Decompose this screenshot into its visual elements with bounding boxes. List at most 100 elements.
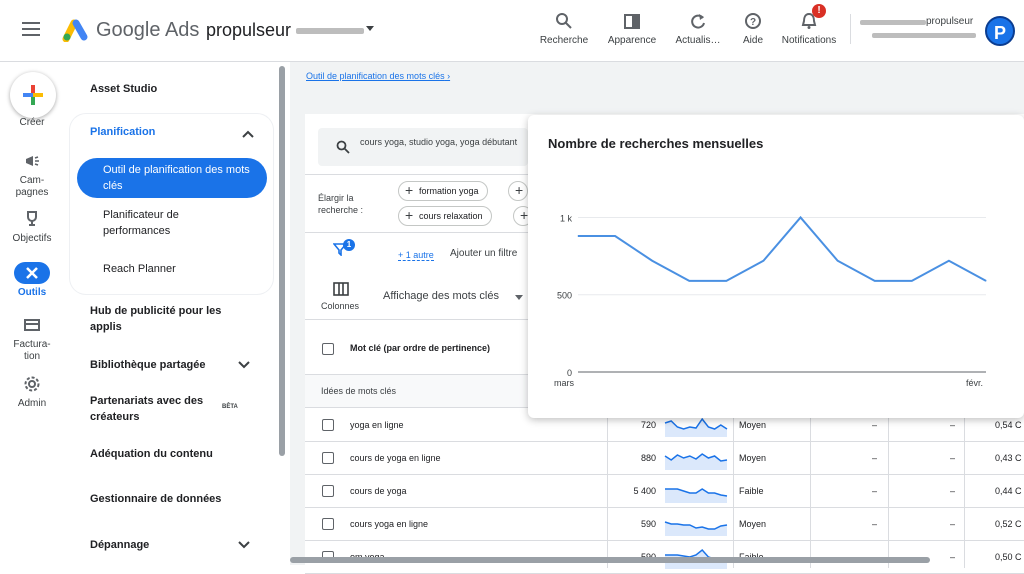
nav-planification[interactable]: Planification bbox=[90, 126, 155, 138]
rail-item-campaigns[interactable]: Cam- pagnes bbox=[0, 150, 64, 199]
tools-icon bbox=[26, 267, 38, 279]
chevron-down-icon[interactable] bbox=[238, 361, 250, 369]
redacted-email bbox=[872, 33, 976, 38]
cell-kw[interactable]: cours de yoga bbox=[350, 486, 407, 496]
monthly-searches-chart: 0 500 1 k mars févr. bbox=[554, 213, 987, 388]
search-icon bbox=[556, 13, 572, 29]
redacted-account-id bbox=[296, 28, 364, 34]
appearance-tool[interactable]: Apparence bbox=[597, 10, 667, 46]
search-keywords: cours yoga, studio yoga, yoga débutant bbox=[360, 137, 518, 147]
cell-d2: – bbox=[950, 519, 956, 529]
row-checkbox[interactable] bbox=[322, 419, 334, 431]
account-name[interactable]: propulseur bbox=[206, 20, 291, 41]
data-point bbox=[614, 235, 616, 237]
y-tick-label: 0 bbox=[567, 368, 572, 378]
card-icon bbox=[24, 319, 40, 331]
row-checkbox[interactable] bbox=[322, 452, 334, 464]
nav-content-suitability[interactable]: Adéquation du contenu bbox=[90, 446, 213, 462]
row-checkbox[interactable] bbox=[322, 518, 334, 530]
refresh-icon bbox=[691, 14, 705, 29]
series-line bbox=[578, 215, 987, 282]
sparkline-area bbox=[665, 454, 727, 470]
nav-scrollbar[interactable] bbox=[279, 66, 285, 456]
nav-creator-partnerships[interactable]: Partenariats avec des créateurs bbox=[90, 393, 215, 425]
data-point bbox=[874, 280, 876, 282]
avatar[interactable]: P bbox=[985, 16, 1015, 46]
cell-bid: 0,54 C bbox=[995, 420, 1022, 430]
search-icon bbox=[336, 140, 350, 154]
appearance-icon bbox=[624, 14, 640, 29]
create-button[interactable] bbox=[10, 72, 56, 118]
cell-bid: 0,50 C bbox=[995, 552, 1022, 562]
menu-icon[interactable] bbox=[22, 22, 40, 36]
more-filters-link[interactable]: + 1 autre bbox=[398, 250, 434, 261]
cell-kw[interactable]: yoga en ligne bbox=[350, 420, 404, 430]
breadcrumb[interactable]: Outil de planification des mots clés › bbox=[306, 71, 450, 81]
notifications-tool[interactable]: ! Notifications bbox=[774, 4, 844, 46]
trend-sparkline[interactable] bbox=[663, 512, 729, 536]
keyword-ideas-label: Idées de mots clés bbox=[321, 386, 397, 396]
nav-keyword-planner[interactable]: Outil de planification des mots clés bbox=[77, 158, 267, 198]
data-point bbox=[837, 260, 839, 262]
chevron-down-icon[interactable] bbox=[366, 26, 374, 31]
search-tool[interactable]: Recherche bbox=[529, 10, 599, 46]
data-point bbox=[948, 260, 950, 262]
column-divider bbox=[964, 408, 965, 568]
cell-kw[interactable]: cours yoga en ligne bbox=[350, 519, 428, 529]
cell-d2: – bbox=[950, 486, 956, 496]
chevron-down-icon[interactable] bbox=[515, 295, 523, 300]
tools-nav: Asset Studio Planification Outil de plan… bbox=[70, 62, 280, 565]
column-divider bbox=[733, 408, 734, 568]
cell-kw[interactable]: cours de yoga en ligne bbox=[350, 453, 441, 463]
row-checkbox[interactable] bbox=[322, 485, 334, 497]
rail-label-tools: Outils bbox=[17, 287, 47, 298]
trend-sparkline[interactable] bbox=[663, 479, 729, 503]
divider bbox=[850, 14, 851, 44]
rail-label-goals: Objectifs bbox=[12, 233, 52, 244]
horizontal-scrollbar[interactable] bbox=[290, 557, 930, 563]
cell-comp: Moyen bbox=[739, 453, 767, 463]
select-all-checkbox[interactable] bbox=[322, 343, 334, 355]
sparkline-area bbox=[665, 489, 727, 503]
broaden-chip[interactable]: formation yoga bbox=[398, 181, 488, 201]
keyword-search-box[interactable]: cours yoga, studio yoga, yoga débutant bbox=[318, 128, 528, 166]
rail-item-goals[interactable]: Objectifs bbox=[0, 208, 64, 245]
rail-item-tools[interactable]: Outils bbox=[0, 262, 64, 299]
cell-bid: 0,43 C bbox=[995, 453, 1022, 463]
google-ads-logo bbox=[62, 19, 88, 42]
trend-sparkline[interactable] bbox=[663, 446, 729, 470]
chevron-down-icon[interactable] bbox=[238, 541, 250, 549]
cell-vol: 720 bbox=[640, 420, 656, 430]
columns-icon[interactable] bbox=[333, 282, 349, 296]
add-filter-button[interactable]: Ajouter un filtre bbox=[450, 248, 517, 259]
data-point bbox=[985, 280, 987, 282]
nav-troubleshooting[interactable]: Dépannage bbox=[90, 537, 149, 553]
help-icon: ? bbox=[745, 13, 761, 29]
cell-d1: – bbox=[872, 420, 878, 430]
filter-count-badge: 1 bbox=[343, 239, 355, 251]
nav-app-hub[interactable]: Hub de publicité pour les applis bbox=[90, 303, 240, 335]
nav-performance-planner[interactable]: Planificateur de performances bbox=[103, 207, 223, 239]
search-tool-label: Recherche bbox=[539, 35, 589, 46]
beta-badge: BÊTA bbox=[222, 404, 238, 410]
redacted-account-id bbox=[860, 20, 926, 25]
keyword-view-dropdown[interactable]: Affichage des mots clés bbox=[383, 290, 499, 302]
brand-name: Google Ads bbox=[96, 19, 200, 41]
nav-asset-studio[interactable]: Asset Studio bbox=[90, 81, 157, 97]
broaden-chip[interactable]: cours relaxation bbox=[398, 206, 492, 226]
column-header-keyword[interactable]: Mot clé (par ordre de pertinence) bbox=[350, 343, 490, 353]
broaden-chip-partial[interactable] bbox=[508, 181, 528, 201]
rail-label-admin: Admin bbox=[17, 398, 47, 409]
x-tick-label: févr. bbox=[966, 378, 983, 388]
rail-item-admin[interactable]: Admin bbox=[0, 373, 64, 410]
chevron-up-icon[interactable] bbox=[242, 130, 254, 138]
broaden-label: Élargir la recherche : bbox=[318, 193, 364, 215]
nav-reach-planner[interactable]: Reach Planner bbox=[103, 261, 176, 277]
data-point bbox=[651, 260, 653, 262]
nav-shared-library[interactable]: Bibliothèque partagée bbox=[90, 357, 206, 373]
notification-badge: ! bbox=[812, 4, 826, 18]
columns-label[interactable]: Colonnes bbox=[321, 301, 359, 311]
nav-data-manager[interactable]: Gestionnaire de données bbox=[90, 491, 221, 507]
data-point bbox=[911, 280, 913, 282]
rail-item-billing[interactable]: Factura- tion bbox=[0, 314, 64, 363]
